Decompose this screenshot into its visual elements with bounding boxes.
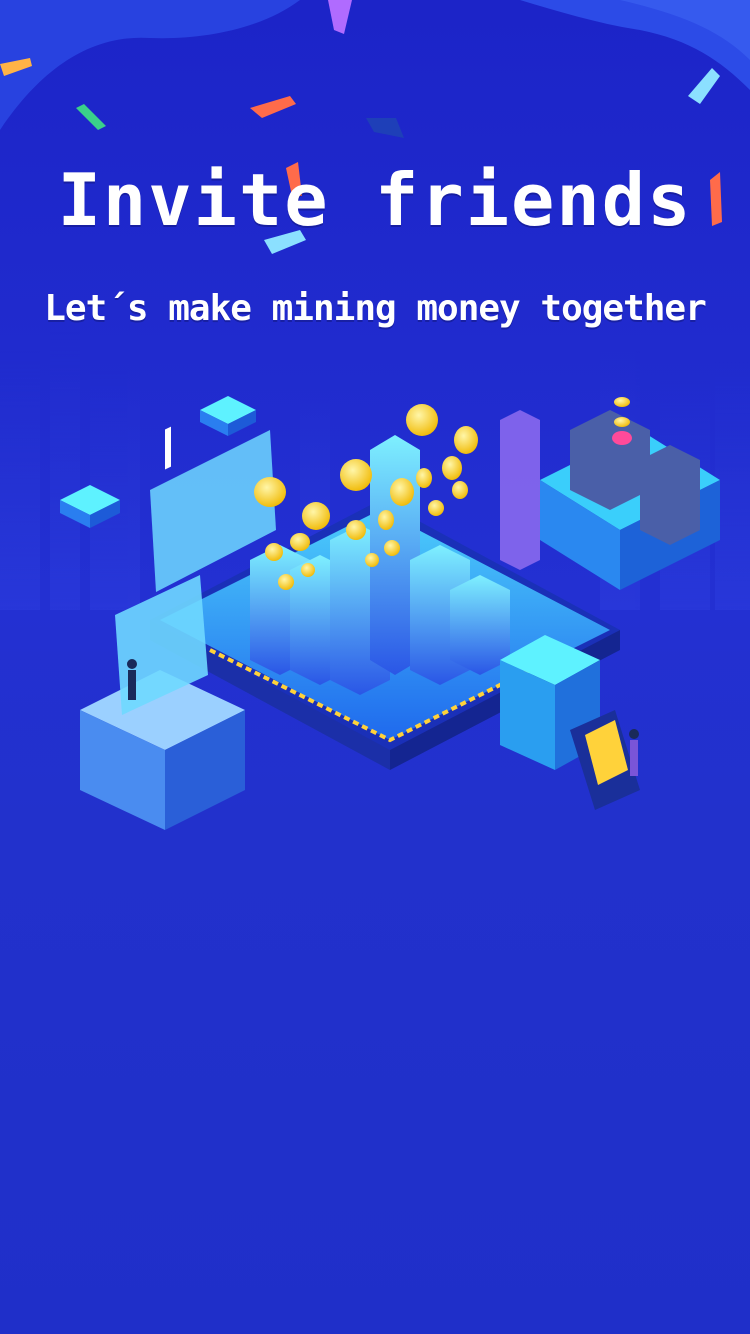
invite-poster: Invite friends Let´s make mining money t… xyxy=(0,0,750,1334)
page-title: Invite friends xyxy=(57,158,693,242)
page-subtitle: Let´s make mining money together xyxy=(44,288,707,329)
mining-city-illustration xyxy=(0,330,750,830)
